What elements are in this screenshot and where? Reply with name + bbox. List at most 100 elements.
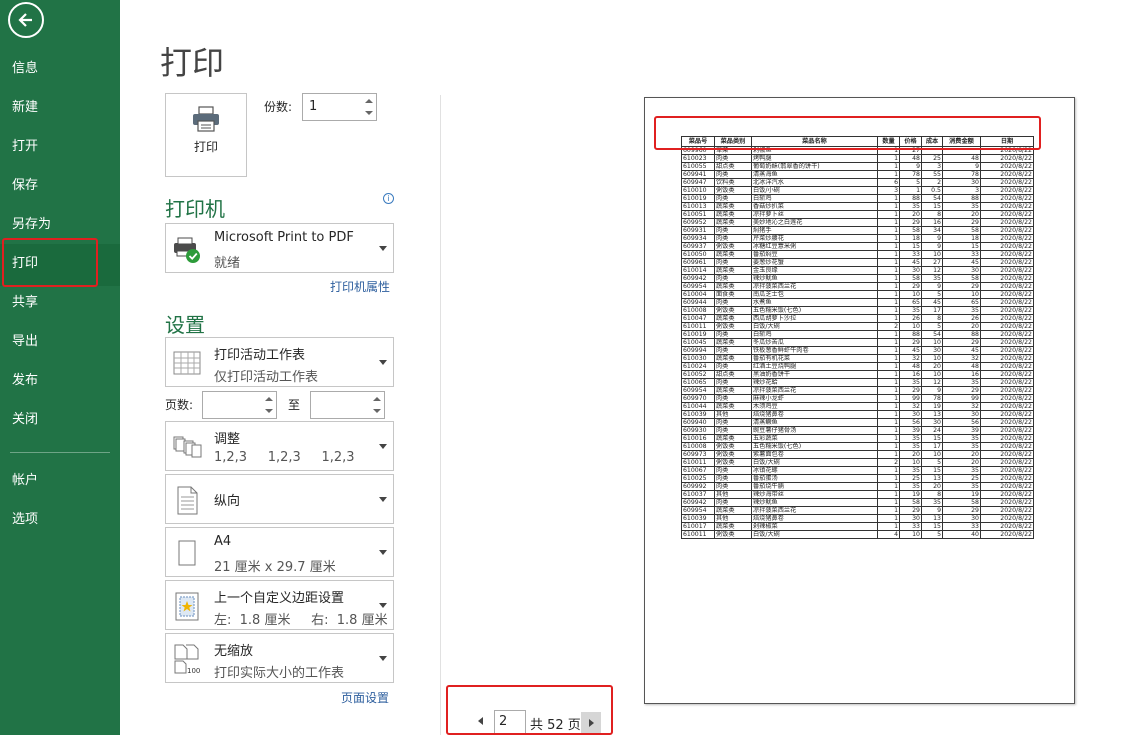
pages-from-spin[interactable] <box>262 392 276 418</box>
table-cell: 西瓜胡萝卜沙拉 <box>751 314 878 323</box>
table-cell: 粥饭类 <box>714 306 752 315</box>
table-cell: 1 <box>877 442 900 451</box>
sidebar-item-publish[interactable]: 发布 <box>0 361 120 400</box>
table-cell: 58 <box>899 226 922 235</box>
table-cell: 610050 <box>681 250 715 259</box>
table-cell: 610008 <box>681 442 715 451</box>
copies-stepper[interactable]: 1 <box>302 93 377 121</box>
collate-value: 调整 <box>214 432 241 447</box>
pages-to-spin[interactable] <box>370 392 384 418</box>
table-row: 610030 蔬菜类 番茄有机花菜 1 32 10 32 2020/8/22 <box>681 354 1034 363</box>
print-button[interactable]: 打印 <box>165 93 247 177</box>
sidebar-item-new[interactable]: 新建 <box>0 88 120 127</box>
orientation-dropdown[interactable]: 纵向 <box>165 474 394 524</box>
table-cell: 肉类 <box>714 330 752 339</box>
orientation-value: 纵向 <box>214 494 241 509</box>
collate-dropdown[interactable]: 调整 1,2,3 1,2,3 1,2,3 <box>165 421 394 471</box>
table-cell: 609961 <box>681 258 715 267</box>
table-cell: 2020/8/22 <box>980 418 1034 427</box>
table-cell: 609944 <box>681 298 715 307</box>
table-cell: 五彩蔬菜 <box>751 434 878 443</box>
table-row: 610013 蔬菜类 香菇炒扒菜 1 35 15 35 2020/8/22 <box>681 202 1034 211</box>
table-cell: 1 <box>877 346 900 355</box>
sidebar-item-options[interactable]: 选项 <box>0 500 120 539</box>
table-cell: 32 <box>942 354 981 363</box>
table-cell: 1 <box>877 290 900 299</box>
table-cell: 白斩鸡 <box>751 194 878 203</box>
sidebar-item-save[interactable]: 保存 <box>0 166 120 205</box>
back-button[interactable] <box>8 2 44 38</box>
sidebar-item-export[interactable]: 导出 <box>0 322 120 361</box>
table-cell: 30 <box>899 410 922 419</box>
table-cell: 10 <box>921 370 943 379</box>
print-button-label: 打印 <box>193 140 218 154</box>
table-cell: 5 <box>921 530 943 539</box>
table-cell: 610019 <box>681 194 715 203</box>
table-cell: 19 <box>899 490 922 499</box>
table-cell: 5 <box>921 322 943 331</box>
sidebar-item-open[interactable]: 打开 <box>0 127 120 166</box>
table-cell: 白饭/大碗 <box>751 322 878 331</box>
table-cell: 33 <box>942 250 981 259</box>
table-cell: 54 <box>921 194 943 203</box>
scaling-dropdown[interactable]: 100 无缩放 打印实际大小的工作表 <box>165 633 394 683</box>
table-cell: 15 <box>899 242 922 251</box>
table-cell: 10 <box>899 458 922 467</box>
table-cell: 88 <box>899 194 922 203</box>
table-cell: 26 <box>899 314 922 323</box>
table-cell: 609954 <box>681 386 715 395</box>
table-row: 609934 肉类 芹菜炒腰花 1 18 9 18 2020/8/22 <box>681 234 1034 243</box>
table-row: 609930 肉类 豌豆薯仔猪骨汤 1 39 24 39 2020/8/22 <box>681 426 1034 435</box>
table-cell: 1 <box>877 514 900 523</box>
table-cell: 冰糖红豆薏米粥 <box>751 242 878 251</box>
table-cell: 18 <box>942 234 981 243</box>
table-cell: 58 <box>899 498 922 507</box>
table-cell: 2020/8/22 <box>980 410 1034 419</box>
table-cell: 1 <box>877 354 900 363</box>
table-cell: 30 <box>942 410 981 419</box>
table-cell: 2020/8/22 <box>980 298 1034 307</box>
page-setup-link[interactable]: 页面设置 <box>341 689 389 706</box>
sidebar-item-close[interactable]: 关闭 <box>0 400 120 439</box>
table-cell: 45 <box>899 258 922 267</box>
pages-to-input[interactable] <box>310 391 385 419</box>
copies-spin[interactable] <box>362 94 376 120</box>
table-cell: 610019 <box>681 330 715 339</box>
table-cell: 肉类 <box>714 154 752 163</box>
info-icon[interactable]: i <box>383 193 394 204</box>
margins-dropdown[interactable]: 上一个自定义边距设置 左: 1.8 厘米 右: 1.8 厘米 <box>165 580 394 630</box>
table-row: 609954 蔬菜类 凉拌菠菜西兰花 1 29 9 29 2020/8/22 <box>681 506 1034 515</box>
table-cell: 33 <box>942 522 981 531</box>
pages-from-input[interactable] <box>202 391 277 419</box>
table-cell: 15 <box>921 522 943 531</box>
table-cell: 芹菜炒腰花 <box>751 234 878 243</box>
table-row: 609941 肉类 清蒸海鱼 1 78 55 78 2020/8/22 <box>681 170 1034 179</box>
table-row: 610023 肉类 烤鸭腿 1 48 25 48 2020/8/22 <box>681 154 1034 163</box>
table-row: 609970 肉类 麻辣小龙虾 1 99 78 99 2020/8/22 <box>681 394 1034 403</box>
table-cell: 白斩鸡 <box>751 330 878 339</box>
table-cell: 30 <box>921 346 943 355</box>
table-cell: 610013 <box>681 202 715 211</box>
sidebar-item-info[interactable]: 信息 <box>0 49 120 88</box>
table-row: 610019 肉类 白斩鸡 1 88 54 88 2020/8/22 <box>681 330 1034 339</box>
table-cell: 2020/8/22 <box>980 458 1034 467</box>
print-what-dropdown[interactable]: 打印活动工作表 仅打印活动工作表 <box>165 337 394 387</box>
table-row: 610010 粥饭类 白饭/小碗 3 1 0.5 3 2020/8/22 <box>681 186 1034 195</box>
table-cell: 肉类 <box>714 274 752 283</box>
sidebar-item-share[interactable]: 共享 <box>0 283 120 322</box>
table-cell: 54 <box>921 330 943 339</box>
table-cell: 3 <box>877 186 900 195</box>
table-cell: 肉类 <box>714 298 752 307</box>
table-cell: 58 <box>942 498 981 507</box>
sidebar-item-account[interactable]: 帐户 <box>0 461 120 500</box>
table-cell: 16 <box>921 218 943 227</box>
printer-properties-link[interactable]: 打印机属性 <box>330 278 390 295</box>
table-cell: 辣炒海带丝 <box>751 490 878 499</box>
paper-size-dropdown[interactable]: A4 21 厘米 x 29.7 厘米 <box>165 527 394 577</box>
table-row: 610011 粥饭类 白饭/大碗 4 10 5 40 2020/8/22 <box>681 530 1034 539</box>
table-cell: 烤鸭腿 <box>751 154 878 163</box>
table-cell: 48 <box>899 154 922 163</box>
table-row: 610047 蔬菜类 西瓜胡萝卜沙拉 1 26 8 26 2020/8/22 <box>681 314 1034 323</box>
printer-dropdown[interactable]: Microsoft Print to PDF 就绪 <box>165 223 394 273</box>
table-cell: 20 <box>899 210 922 219</box>
